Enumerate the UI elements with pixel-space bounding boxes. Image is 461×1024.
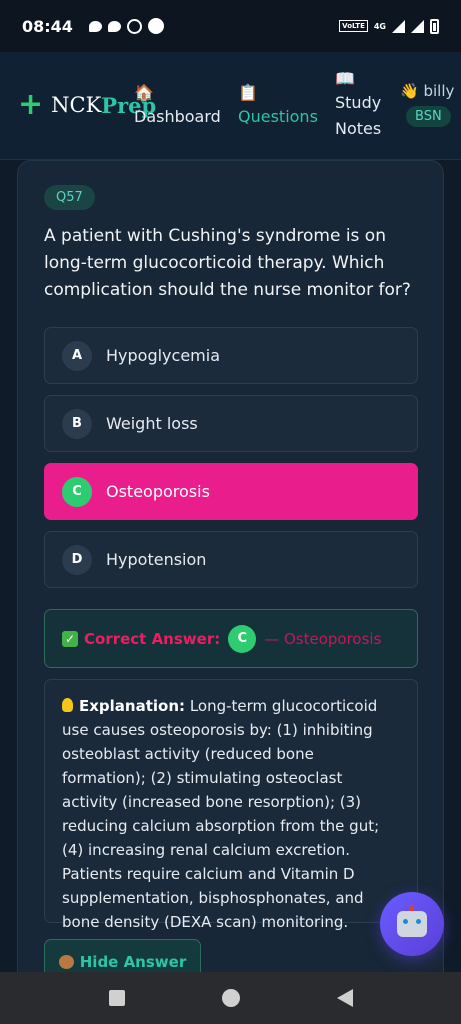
recents-button[interactable] xyxy=(108,990,125,1006)
book-icon: 📖 xyxy=(335,69,355,88)
nav-study-notes-label: Study Notes xyxy=(335,93,382,138)
system-nav-bar xyxy=(0,972,461,1024)
explanation-text: Long-term glucocorticoid use causes oste… xyxy=(62,697,380,931)
logo-prefix: NCK xyxy=(51,93,102,117)
level-badge: BSN xyxy=(406,106,451,127)
status-indicators: VoLTE 4G xyxy=(339,18,439,34)
signal-icon xyxy=(392,19,405,33)
user-greeting[interactable]: 👋 billy xyxy=(400,82,454,100)
option-letter: B xyxy=(62,408,92,439)
option-b[interactable]: B Weight loss xyxy=(44,395,418,452)
explanation-box: Explanation: Long-term glucocorticoid us… xyxy=(44,679,418,931)
nav-questions-label: Questions xyxy=(238,107,318,126)
plus-icon: + xyxy=(18,87,44,122)
option-text: Weight loss xyxy=(106,414,198,433)
option-a[interactable]: A Hypoglycemia xyxy=(44,327,418,384)
clipboard-icon: 📋 xyxy=(238,83,258,102)
option-d[interactable]: D Hypotension xyxy=(44,531,418,588)
ai-assistant-button[interactable] xyxy=(380,892,444,956)
signal-icon-2 xyxy=(411,19,424,33)
see-no-evil-monkey-icon xyxy=(58,955,74,969)
nav-dashboard[interactable]: 🏠 Dashboard xyxy=(134,82,221,130)
status-bar: 08:44 VoLTE 4G xyxy=(0,0,461,52)
option-text: Hypoglycemia xyxy=(106,346,220,365)
network-type: 4G xyxy=(373,21,386,31)
nav-study-notes[interactable]: 📖 Study Notes xyxy=(335,68,381,142)
notification-dot-icon xyxy=(147,18,164,34)
option-text: Osteoporosis xyxy=(106,482,210,501)
app-header: + NCK Prep 🏠 Dashboard 📋 Questions 📖 Stud… xyxy=(0,52,461,160)
wave-icon: 👋 xyxy=(400,82,419,100)
correct-answer-box: ✓ Correct Answer: C — Osteoporosis xyxy=(44,609,418,668)
robot-icon xyxy=(397,905,427,937)
option-letter: D xyxy=(62,544,92,575)
back-button[interactable] xyxy=(336,989,353,1007)
correct-answer-letter: C xyxy=(228,624,257,653)
user-name: billy xyxy=(423,82,455,100)
option-text: Hypotension xyxy=(106,550,207,569)
question-number-badge: Q57 xyxy=(44,185,95,210)
message-notification-icon xyxy=(107,20,121,32)
option-letter: C xyxy=(62,476,92,507)
question-text: A patient with Cushing's syndrome is on … xyxy=(44,226,411,300)
chat-notification-icon xyxy=(88,20,102,32)
hide-answer-label: Hide Answer xyxy=(79,953,187,971)
volte-icon: VoLTE xyxy=(339,20,368,32)
battery-icon xyxy=(430,18,439,34)
home-button[interactable] xyxy=(221,989,240,1007)
correct-answer-text: — Osteoporosis xyxy=(264,629,382,648)
status-time: 08:44 xyxy=(22,16,73,36)
option-letter: A xyxy=(62,340,92,371)
explanation-label: Explanation: xyxy=(79,697,186,715)
house-icon: 🏠 xyxy=(134,83,154,102)
correct-answer-label: Correct Answer: xyxy=(84,629,221,648)
nav-dashboard-label: Dashboard xyxy=(134,107,221,126)
option-c[interactable]: C Osteoporosis xyxy=(44,463,418,520)
lightbulb-icon xyxy=(62,698,73,712)
nav-questions[interactable]: 📋 Questions xyxy=(238,82,318,130)
whatsapp-icon xyxy=(126,18,142,34)
question-card: Q57 A patient with Cushing's syndrome is… xyxy=(17,160,444,990)
checkmark-icon: ✓ xyxy=(62,630,78,647)
